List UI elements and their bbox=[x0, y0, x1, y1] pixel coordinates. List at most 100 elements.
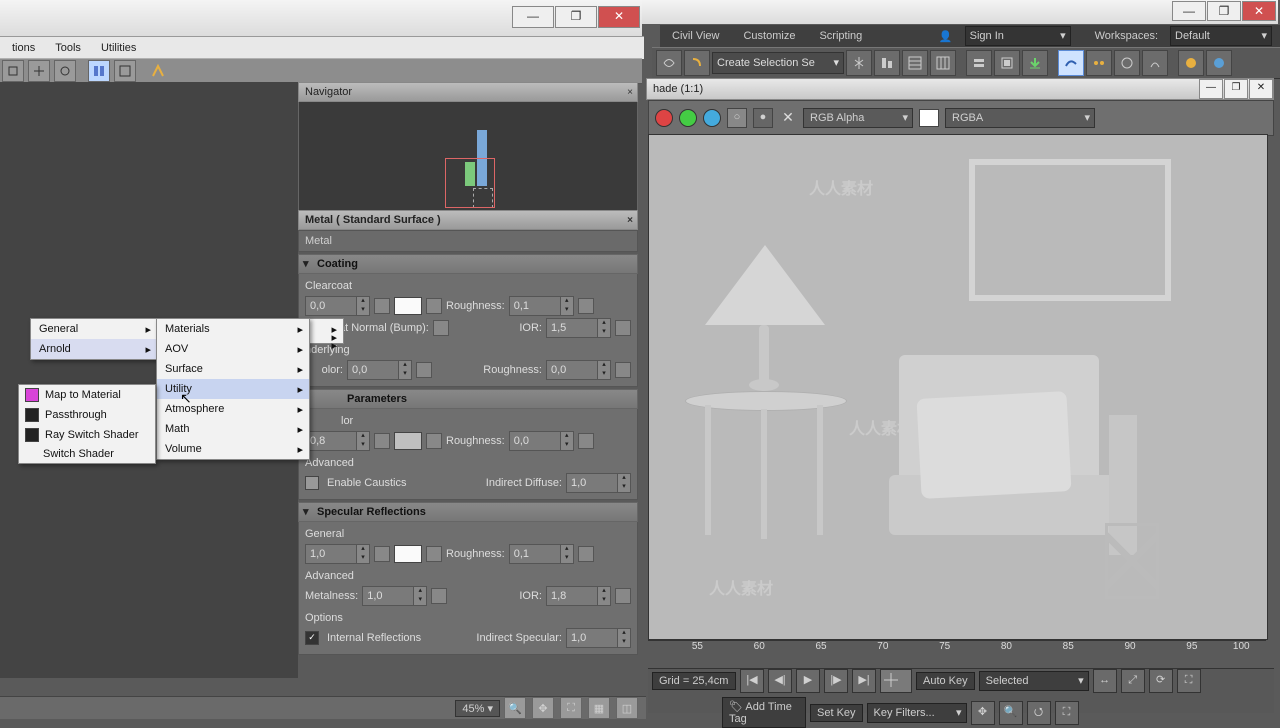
time-slider[interactable]: 55 60 65 70 75 80 85 90 95 100 bbox=[648, 640, 1266, 669]
dopesheet-button[interactable] bbox=[1086, 50, 1112, 76]
rollout-specular[interactable]: Specular Reflections bbox=[298, 502, 638, 522]
map-slot[interactable] bbox=[615, 588, 631, 604]
map-slot[interactable] bbox=[374, 298, 390, 314]
underlying-roughness-spinner[interactable]: ▴▾ bbox=[546, 360, 611, 380]
enable-caustics-checkbox[interactable] bbox=[305, 476, 319, 490]
prev-frame-button[interactable]: ◀| bbox=[768, 669, 792, 693]
channel-green-icon[interactable] bbox=[679, 109, 697, 127]
next-frame-button[interactable]: |▶ bbox=[824, 669, 848, 693]
goto-end-button[interactable]: ▶| bbox=[852, 669, 876, 693]
channel-dropdown[interactable]: RGB Alpha bbox=[803, 108, 913, 128]
maximize-button[interactable]: ❐ bbox=[1207, 1, 1241, 21]
layers-button[interactable] bbox=[966, 50, 992, 76]
channel-red-icon[interactable] bbox=[655, 109, 673, 127]
menu-item-atmosphere[interactable]: Atmosphere▸ bbox=[157, 399, 309, 419]
menu-item-materials[interactable]: Materials▸ bbox=[157, 319, 309, 339]
metalness-spinner[interactable]: ▴▾ bbox=[362, 586, 427, 606]
workspace-dropdown[interactable]: Default bbox=[1170, 26, 1272, 46]
zoom-button[interactable]: 🔍 bbox=[504, 697, 526, 719]
color-swatch[interactable] bbox=[394, 432, 422, 450]
ior-spinner[interactable]: ▴▾ bbox=[546, 318, 611, 338]
nav-button[interactable]: ⤢ bbox=[1121, 669, 1145, 693]
setkey-button[interactable]: Set Key bbox=[810, 704, 863, 722]
maximize-button[interactable]: ❐ bbox=[1224, 79, 1248, 99]
render-view[interactable]: 人人素材 人人素材 人人素材 bbox=[648, 134, 1268, 640]
sign-in-dropdown[interactable]: Sign In bbox=[965, 26, 1071, 46]
viewport-tab[interactable]: hade (1:1) — ❐ ✕ bbox=[646, 78, 1274, 100]
zoom-readout[interactable]: 45% ▾ bbox=[455, 700, 500, 717]
close-button[interactable]: ✕ bbox=[598, 6, 640, 28]
map-slot[interactable] bbox=[374, 433, 390, 449]
menu-options[interactable]: tions bbox=[2, 40, 45, 56]
bg-swatch[interactable] bbox=[919, 109, 939, 127]
close-icon[interactable]: × bbox=[627, 212, 633, 230]
arrow-item[interactable]: ▸ bbox=[309, 319, 343, 327]
menu-item-surface[interactable]: Surface▸ bbox=[157, 359, 309, 379]
maximize-button[interactable]: ❐ bbox=[555, 6, 597, 28]
map-slot[interactable] bbox=[426, 298, 442, 314]
toolbar-button[interactable] bbox=[902, 50, 928, 76]
goto-start-button[interactable]: |◀ bbox=[740, 669, 764, 693]
arrow-item[interactable]: ▸ bbox=[309, 327, 343, 335]
nav-button[interactable]: ◫ bbox=[616, 697, 638, 719]
nav-button[interactable]: ⟳ bbox=[1149, 669, 1173, 693]
color-swatch[interactable] bbox=[394, 545, 422, 563]
mirror-button[interactable] bbox=[846, 50, 872, 76]
menu-civil-view[interactable]: Civil View bbox=[664, 28, 727, 44]
align-button[interactable] bbox=[874, 50, 900, 76]
clear-icon[interactable]: ✕ bbox=[779, 109, 797, 127]
key-target-dropdown[interactable]: Selected bbox=[979, 671, 1089, 691]
toolbar-button[interactable] bbox=[684, 50, 710, 76]
nav-button[interactable]: ⛶ bbox=[1177, 669, 1201, 693]
menu-item-arnold[interactable]: Arnold▸ bbox=[31, 339, 157, 359]
toolbar-button[interactable] bbox=[54, 60, 76, 82]
layout-button[interactable]: ▦ bbox=[588, 697, 610, 719]
toolbar-button[interactable] bbox=[656, 50, 682, 76]
menu-item-switch-shader[interactable]: Switch Shader bbox=[19, 445, 155, 463]
format-dropdown[interactable]: RGBA bbox=[945, 108, 1095, 128]
menu-item-aov[interactable]: AOV▸ bbox=[157, 339, 309, 359]
clearcoat-spinner[interactable]: ▴▾ bbox=[305, 296, 370, 316]
menu-item-utility[interactable]: Utility▸ bbox=[157, 379, 309, 399]
spec-roughness-spinner[interactable]: ▴▾ bbox=[509, 544, 574, 564]
material-name-field[interactable]: Metal bbox=[298, 230, 638, 252]
navigator-viewport-rect[interactable] bbox=[445, 158, 495, 208]
minimize-button[interactable]: — bbox=[512, 6, 554, 28]
toolbar-button[interactable] bbox=[1022, 50, 1048, 76]
color-swatch[interactable] bbox=[394, 297, 422, 315]
map-slot[interactable] bbox=[431, 588, 447, 604]
selection-set-dropdown[interactable]: Create Selection Se bbox=[712, 52, 844, 74]
map-slot[interactable] bbox=[374, 546, 390, 562]
menu-utilities[interactable]: Utilities bbox=[91, 40, 146, 56]
toolbar-button[interactable] bbox=[148, 61, 168, 81]
map-slot[interactable] bbox=[615, 320, 631, 336]
menu-tools[interactable]: Tools bbox=[45, 40, 91, 56]
menu-item-volume[interactable]: Volume▸ bbox=[157, 439, 309, 459]
menu-item-map-to-material[interactable]: Map to Material bbox=[19, 385, 155, 405]
key-mode-button[interactable] bbox=[880, 669, 912, 693]
menu-item-passthrough[interactable]: Passthrough bbox=[19, 405, 155, 425]
map-slot[interactable] bbox=[426, 433, 442, 449]
channel-alpha-icon[interactable]: ○ bbox=[727, 108, 747, 128]
rollout-parameters[interactable]: Parameters bbox=[298, 389, 638, 409]
specular-spinner[interactable]: ▴▾ bbox=[305, 544, 370, 564]
roughness-spinner[interactable]: ▴▾ bbox=[509, 296, 574, 316]
menu-customize[interactable]: Customize bbox=[735, 28, 803, 44]
map-slot[interactable] bbox=[416, 362, 432, 378]
indirect-diffuse-spinner[interactable]: ▴▾ bbox=[566, 473, 631, 493]
render-button[interactable] bbox=[1206, 50, 1232, 76]
autokey-button[interactable]: Auto Key bbox=[916, 672, 975, 690]
base-roughness-spinner[interactable]: ▴▾ bbox=[509, 431, 574, 451]
internal-reflections-checkbox[interactable]: ✓ bbox=[305, 631, 319, 645]
toolbar-button[interactable] bbox=[114, 60, 136, 82]
spec-ior-spinner[interactable]: ▴▾ bbox=[546, 586, 611, 606]
render-setup-button[interactable] bbox=[1178, 50, 1204, 76]
toolbar-button[interactable] bbox=[1114, 50, 1140, 76]
menu-item-ray-switch-shader[interactable]: Ray Switch Shader bbox=[19, 425, 155, 445]
toolbar-button[interactable] bbox=[930, 50, 956, 76]
map-slot[interactable] bbox=[426, 546, 442, 562]
toolbar-button[interactable] bbox=[88, 60, 110, 82]
close-icon[interactable]: × bbox=[627, 84, 633, 102]
map-slot[interactable] bbox=[578, 546, 594, 562]
play-button[interactable]: ▶ bbox=[796, 669, 820, 693]
